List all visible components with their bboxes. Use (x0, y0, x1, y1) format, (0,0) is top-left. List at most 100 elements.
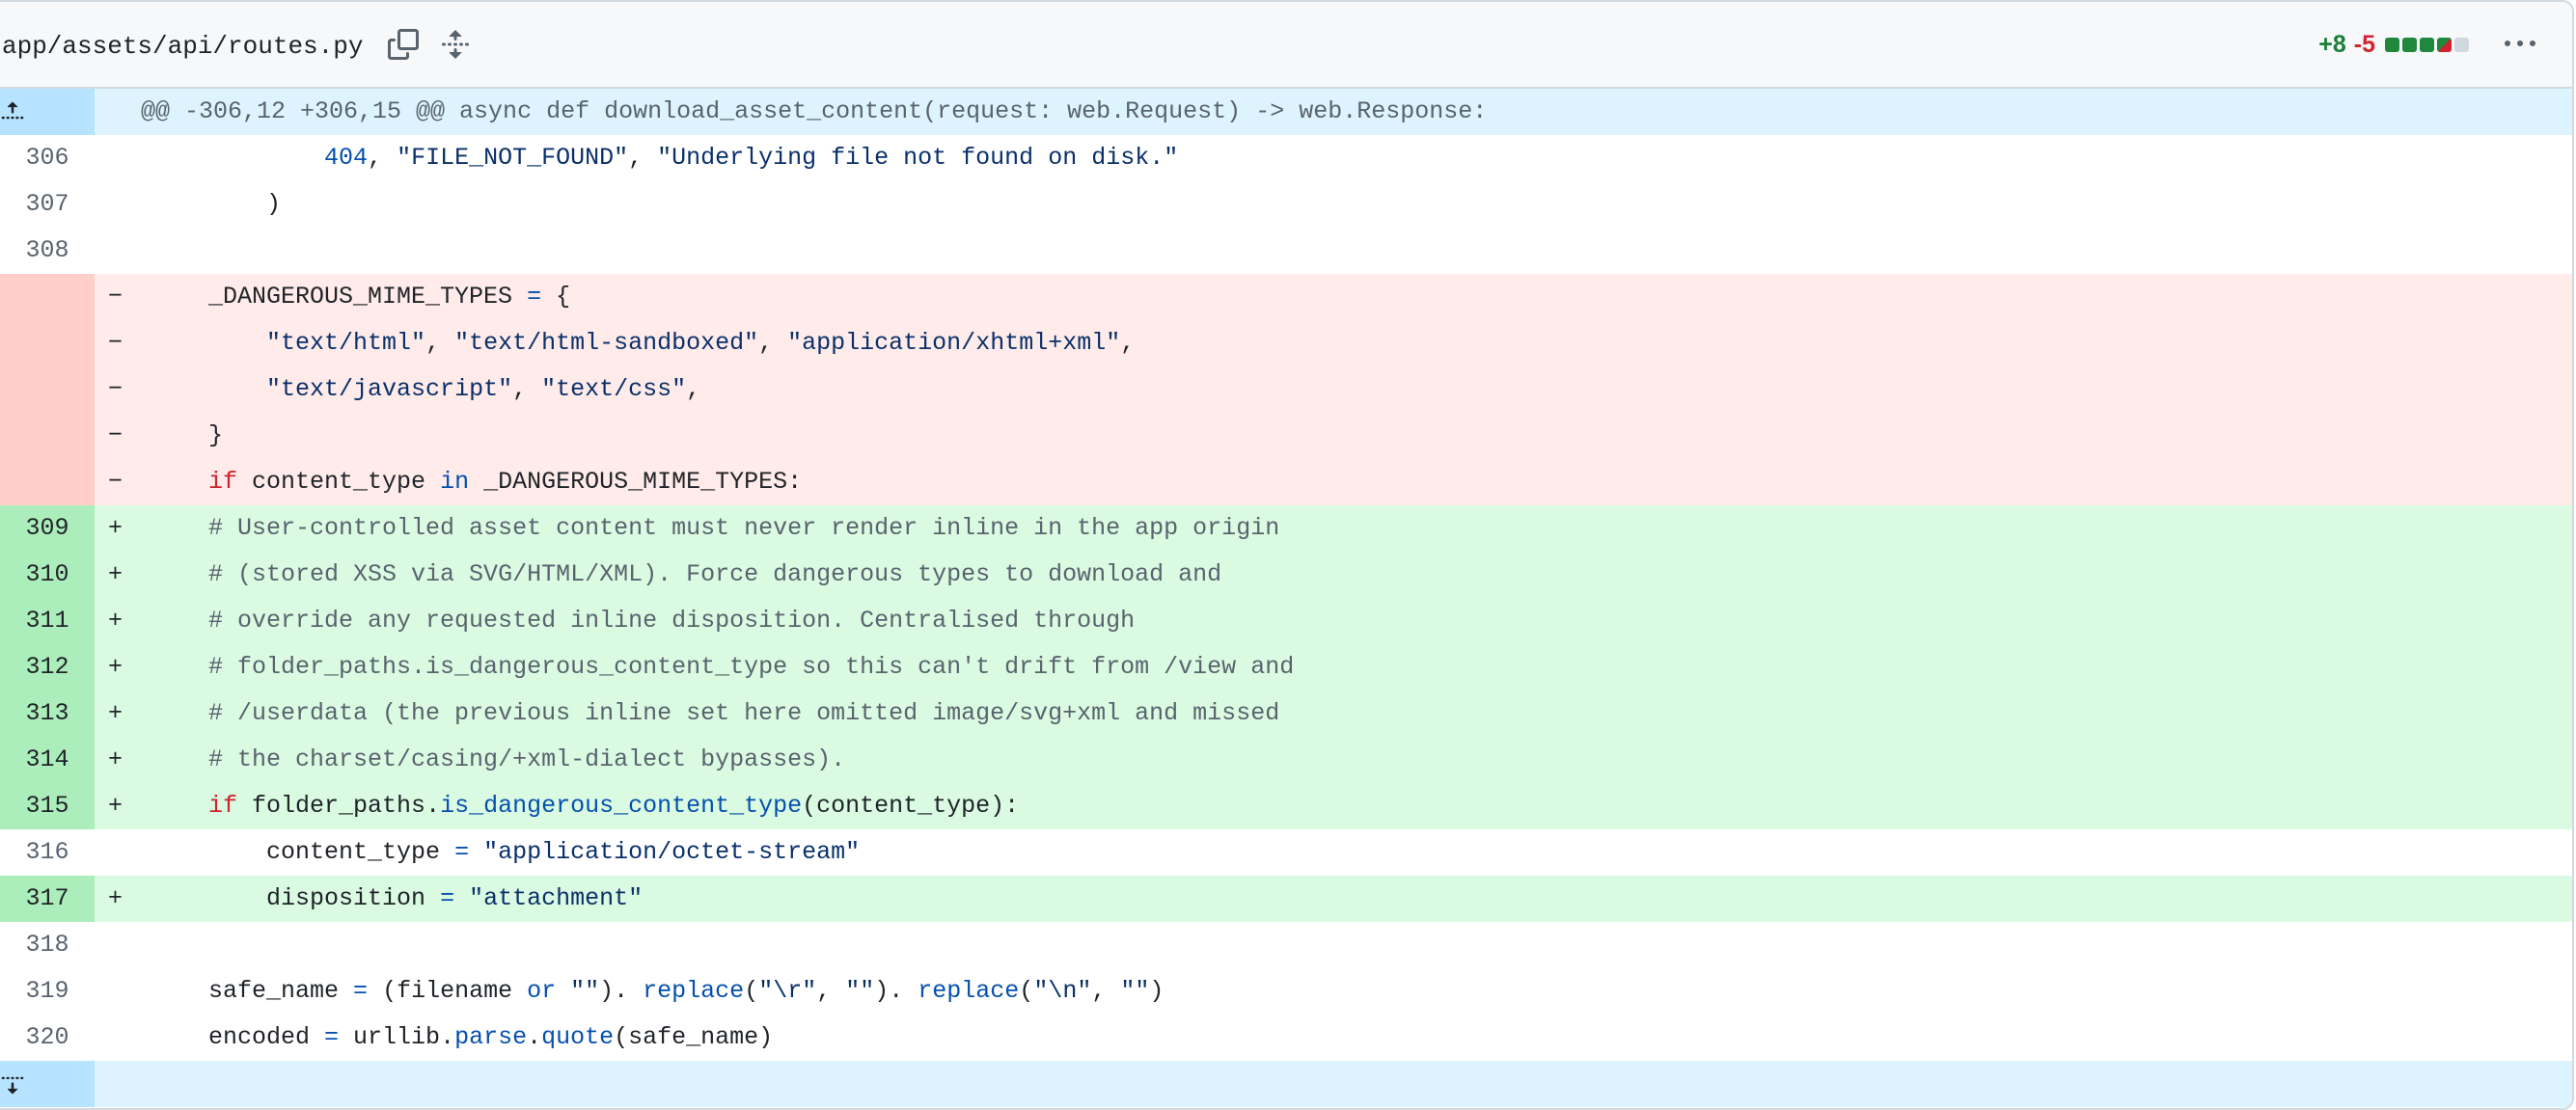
line-number[interactable] (0, 459, 95, 505)
code-token: if (208, 792, 238, 820)
line-number[interactable]: 314 (0, 737, 95, 783)
code-token: , (1091, 977, 1121, 1005)
context-line: 306 404, "FILE_NOT_FOUND", "Underlying f… (0, 135, 2572, 181)
code-token: "\r" (758, 977, 817, 1005)
line-number[interactable]: 317 (0, 876, 95, 922)
expand-up-button[interactable] (0, 89, 95, 135)
code-content: + # User-controlled asset content must n… (95, 505, 2572, 552)
line-number[interactable]: 312 (0, 644, 95, 690)
line-number[interactable]: 308 (0, 228, 95, 274)
code-token: parse (454, 1023, 528, 1051)
code-content: − _DANGEROUS_MIME_TYPES = { (95, 274, 2572, 320)
deleted-line: − "text/javascript", "text/css", (0, 366, 2572, 413)
code-token: disposition (151, 884, 441, 912)
file-path[interactable]: app/assets/api/routes.py (2, 32, 363, 61)
line-number[interactable]: 307 (0, 181, 95, 228)
line-number[interactable]: 313 (0, 690, 95, 737)
code-token: , (816, 977, 846, 1005)
code-token: # the charset/casing/+xml-dialect bypass… (208, 745, 846, 773)
diff-marker: + (108, 560, 123, 588)
line-number[interactable] (0, 320, 95, 366)
code-token: { (541, 283, 571, 311)
diffstat-block (2437, 37, 2452, 52)
line-number[interactable] (0, 274, 95, 320)
code-token: . (527, 1023, 542, 1051)
line-number[interactable]: 310 (0, 552, 95, 598)
code-token: "text/html" (266, 329, 426, 357)
kebab-horizontal-icon[interactable] (2501, 25, 2539, 64)
context-line: 316 content_type = "application/octet-st… (0, 829, 2572, 876)
code-content: − if content_type in _DANGEROUS_MIME_TYP… (95, 459, 2572, 505)
code-token: ) (151, 190, 282, 218)
diff-marker: + (108, 792, 123, 820)
code-token: in (440, 468, 470, 496)
copy-icon[interactable] (384, 25, 423, 64)
diff-marker: + (108, 884, 123, 912)
code-content: + # the charset/casing/+xml-dialect bypa… (95, 737, 2572, 783)
diffstat: +8 -5 (2318, 31, 2472, 59)
code-token: replace (643, 977, 745, 1005)
code-token: "" (1120, 977, 1150, 1005)
diff-marker: − (108, 283, 123, 311)
code-token: (safe_name) (614, 1023, 774, 1051)
code-token: or (527, 977, 557, 1005)
code-content: encoded = urllib.parse.quote(safe_name) (95, 1015, 2572, 1061)
diffstat-block (2420, 37, 2434, 52)
diff-marker: − (108, 421, 123, 449)
code-token: , (368, 144, 397, 172)
code-token: , (758, 329, 788, 357)
code-token: } (151, 421, 224, 449)
diff-marker: − (108, 375, 123, 403)
line-number[interactable]: 320 (0, 1015, 95, 1061)
expand-down-button[interactable] (0, 1061, 95, 1107)
unfold-icon[interactable] (436, 25, 475, 64)
diffstat-block (2402, 37, 2417, 52)
diff-marker: + (108, 699, 123, 727)
code-token: ). (874, 977, 918, 1005)
code-token: safe_name (151, 977, 354, 1005)
deleted-line: − if content_type in _DANGEROUS_MIME_TYP… (0, 459, 2572, 505)
diffstat-block (2385, 37, 2399, 52)
header-actions: +8 -5 (2318, 2, 2539, 87)
line-number[interactable]: 315 (0, 783, 95, 829)
code-token: , (686, 375, 701, 403)
line-number[interactable]: 319 (0, 968, 95, 1015)
code-token: , (512, 375, 542, 403)
code-token: "text/css" (541, 375, 687, 403)
line-number[interactable]: 316 (0, 829, 95, 876)
added-line: 310 + # (stored XSS via SVG/HTML/XML). Fo… (0, 552, 2572, 598)
line-number[interactable]: 318 (0, 922, 95, 968)
code-token: "" (845, 977, 875, 1005)
code-token: ) (1149, 977, 1165, 1005)
code-token: content_type (151, 838, 455, 866)
code-token: "application/octet-stream" (483, 838, 861, 866)
code-token: "text/html-sandboxed" (454, 329, 759, 357)
deleted-line: − "text/html", "text/html-sandboxed", "a… (0, 320, 2572, 366)
code-content: + # (stored XSS via SVG/HTML/XML). Force… (95, 552, 2572, 598)
expand-up-icon (1, 101, 24, 120)
code-content: − "text/html", "text/html-sandboxed", "a… (95, 320, 2572, 366)
line-number[interactable]: 309 (0, 505, 95, 552)
code-content: − } (95, 413, 2572, 459)
line-number[interactable]: 311 (0, 598, 95, 644)
line-number[interactable] (0, 413, 95, 459)
diff-marker: − (108, 468, 123, 496)
line-number[interactable] (0, 366, 95, 413)
code-token: ( (1019, 977, 1034, 1005)
context-line: 308 (0, 228, 2572, 274)
line-number[interactable]: 306 (0, 135, 95, 181)
code-token: "Underlying file not found on disk." (657, 144, 1179, 172)
additions-count: +8 (2318, 30, 2346, 58)
code-content (95, 228, 2572, 274)
added-line: 313 + # /userdata (the previous inline se… (0, 690, 2572, 737)
code-token: if (208, 468, 238, 496)
diff-lines: 306 404, "FILE_NOT_FOUND", "Underlying f… (0, 135, 2572, 1061)
deleted-line: − _DANGEROUS_MIME_TYPES = { (0, 274, 2572, 320)
